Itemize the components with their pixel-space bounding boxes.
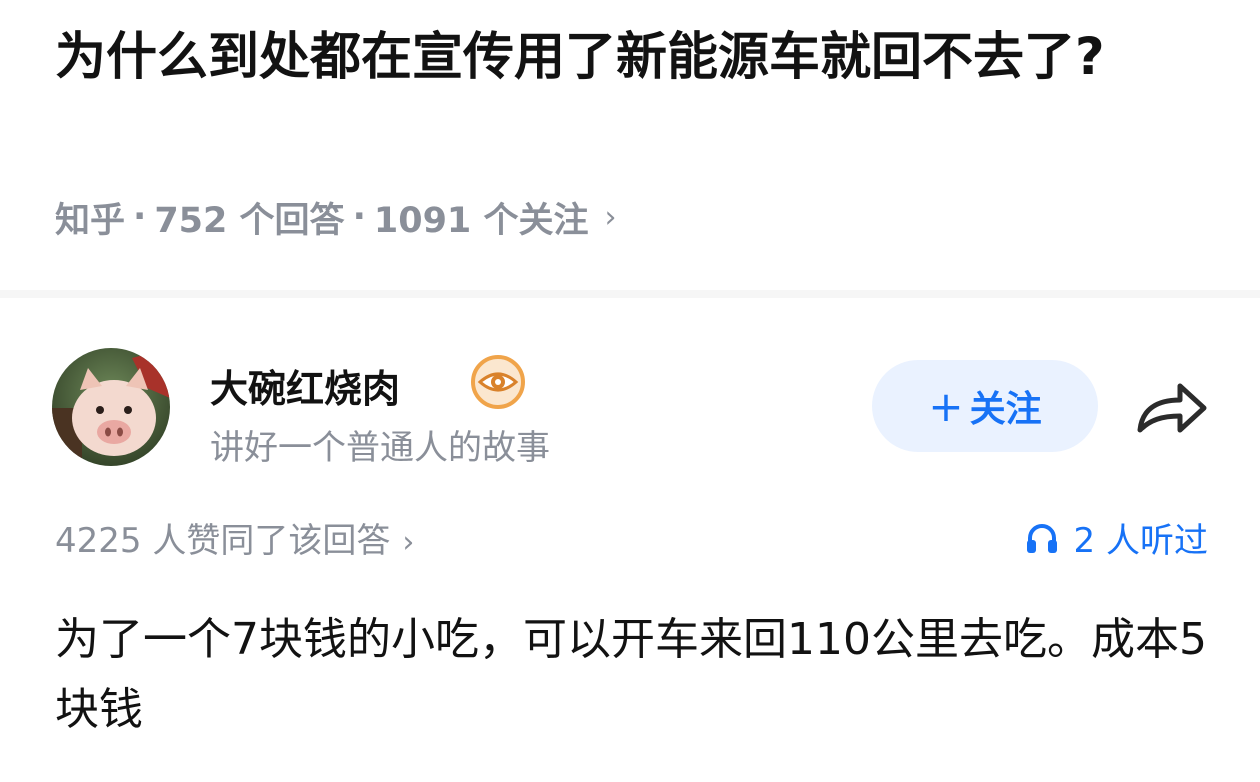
question-header: 为什么到处都在宣传用了新能源车就回不去了? 知乎 · 752 个回答 · 109… — [0, 0, 1260, 290]
follower-count: 1091 个关注 — [373, 200, 589, 241]
follow-label: 关注 — [969, 389, 1042, 430]
vote-summary[interactable]: 4225 人赞同了该回答 › — [55, 513, 414, 562]
chevron-right-icon: › — [402, 525, 415, 560]
pig-avatar-icon — [52, 348, 170, 466]
meta-separator: · — [133, 197, 147, 237]
answer-stats: 4225 人赞同了该回答 › 2 人听过 — [0, 505, 1260, 565]
answer-count: 752 个回答 — [154, 200, 345, 241]
chevron-right-icon: › — [604, 199, 617, 235]
source-label: 知乎 — [55, 200, 126, 241]
author-name[interactable]: 大碗红烧肉 — [210, 358, 400, 413]
listened-count: 2 人听过 — [1073, 521, 1208, 561]
question-title[interactable]: 为什么到处都在宣传用了新能源车就回不去了? — [55, 24, 1205, 91]
author-bio: 讲好一个普通人的故事 — [210, 428, 550, 468]
vote-count: 4225 人赞同了该回答 — [55, 521, 391, 561]
eye-badge-icon — [470, 354, 526, 410]
answer-page: 为什么到处都在宣传用了新能源车就回不去了? 知乎 · 752 个回答 · 109… — [0, 0, 1260, 782]
follow-button[interactable]: + 关注 — [872, 360, 1098, 452]
share-arrow-icon[interactable] — [1128, 374, 1214, 444]
headphones-icon — [1026, 523, 1057, 553]
meta-separator: · — [352, 197, 366, 237]
avatar[interactable] — [52, 348, 170, 466]
answer-text[interactable]: 为了一个7块钱的小吃，可以开车来回110公里去吃。成本5块钱 — [55, 605, 1215, 745]
section-divider — [0, 290, 1260, 298]
author-row: 大碗红烧肉 讲好一个普通人的故事 + 关注 — [0, 340, 1260, 475]
plus-icon: + — [928, 381, 964, 431]
listened-summary[interactable]: 2 人听过 — [1024, 513, 1208, 562]
question-meta[interactable]: 知乎 · 752 个回答 · 1091 个关注 › — [55, 192, 616, 242]
